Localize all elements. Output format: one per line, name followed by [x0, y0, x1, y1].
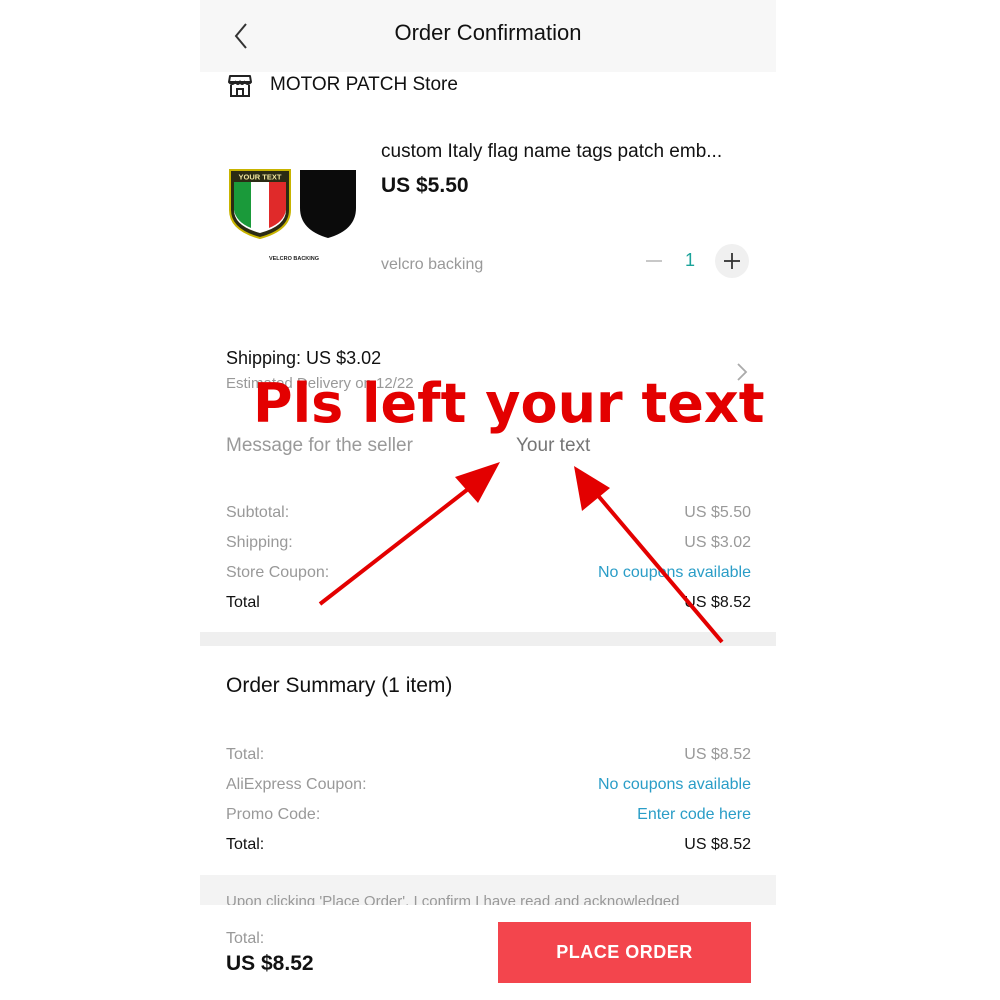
footer-total-label: Total: — [226, 930, 265, 947]
aliexpress-coupon-label: AliExpress Coupon: — [226, 776, 367, 793]
promo-code-label: Promo Code: — [226, 806, 321, 823]
store-coupon-label: Store Coupon: — [226, 564, 330, 581]
message-input[interactable] — [516, 435, 756, 457]
shipping-cost-label: Shipping: — [226, 534, 293, 551]
total-label: Total — [226, 594, 260, 611]
summary-total-label: Total: — [226, 746, 265, 763]
summary-total-value: US $8.52 — [684, 746, 751, 763]
terms-notice-text: Upon clicking 'Place Order', I confirm I… — [226, 893, 680, 905]
storefront-icon — [228, 75, 252, 97]
quantity-value: 1 — [684, 250, 695, 270]
order-summary-title: Order Summary (1 item) — [226, 674, 453, 697]
annotation-caption: Pls left your text — [253, 372, 765, 435]
patch-text: YOUR TEXT — [239, 173, 282, 182]
promo-code-link[interactable]: Enter code here — [637, 806, 751, 824]
page-title: Order Confirmation — [394, 20, 582, 45]
minus-icon[interactable] — [640, 250, 668, 272]
plus-icon — [724, 253, 740, 269]
shipping-label[interactable]: Shipping: US $3.02 — [226, 348, 381, 369]
message-label: Message for the seller — [226, 435, 413, 456]
shipping-cost-value: US $3.02 — [684, 534, 751, 551]
plus-button[interactable] — [715, 244, 749, 278]
product-price: US $5.50 — [381, 174, 469, 197]
aliexpress-coupon-link[interactable]: No coupons available — [598, 776, 751, 794]
store-coupon-link[interactable]: No coupons available — [598, 564, 751, 582]
subtotal-value: US $5.50 — [684, 504, 751, 521]
subtotal-label: Subtotal: — [226, 504, 290, 521]
terms-notice: Upon clicking 'Place Order', I confirm I… — [200, 875, 776, 905]
section-divider — [200, 632, 776, 646]
total-value: US $8.52 — [684, 594, 751, 611]
phone-screen: Order Confirmation MOTOR PATCH Store YOU… — [200, 0, 776, 1000]
summary-grand-total-value: US $8.52 — [684, 836, 751, 853]
summary-grand-total-label: Total: — [226, 836, 265, 853]
product-image[interactable]: YOUR TEXT VELCRO BACKING — [226, 158, 366, 273]
footer-total-value: US $8.52 — [226, 952, 314, 975]
store-name[interactable]: MOTOR PATCH Store — [270, 74, 458, 96]
image-caption: VELCRO BACKING — [269, 256, 319, 262]
place-order-button[interactable]: PLACE ORDER — [498, 922, 751, 983]
header-bar: Order Confirmation — [200, 0, 776, 72]
product-variant[interactable]: velcro backing — [381, 256, 483, 274]
product-name[interactable]: custom Italy flag name tags patch emb... — [381, 141, 761, 163]
footer-bar: Total: US $8.52 PLACE ORDER — [200, 905, 776, 1000]
